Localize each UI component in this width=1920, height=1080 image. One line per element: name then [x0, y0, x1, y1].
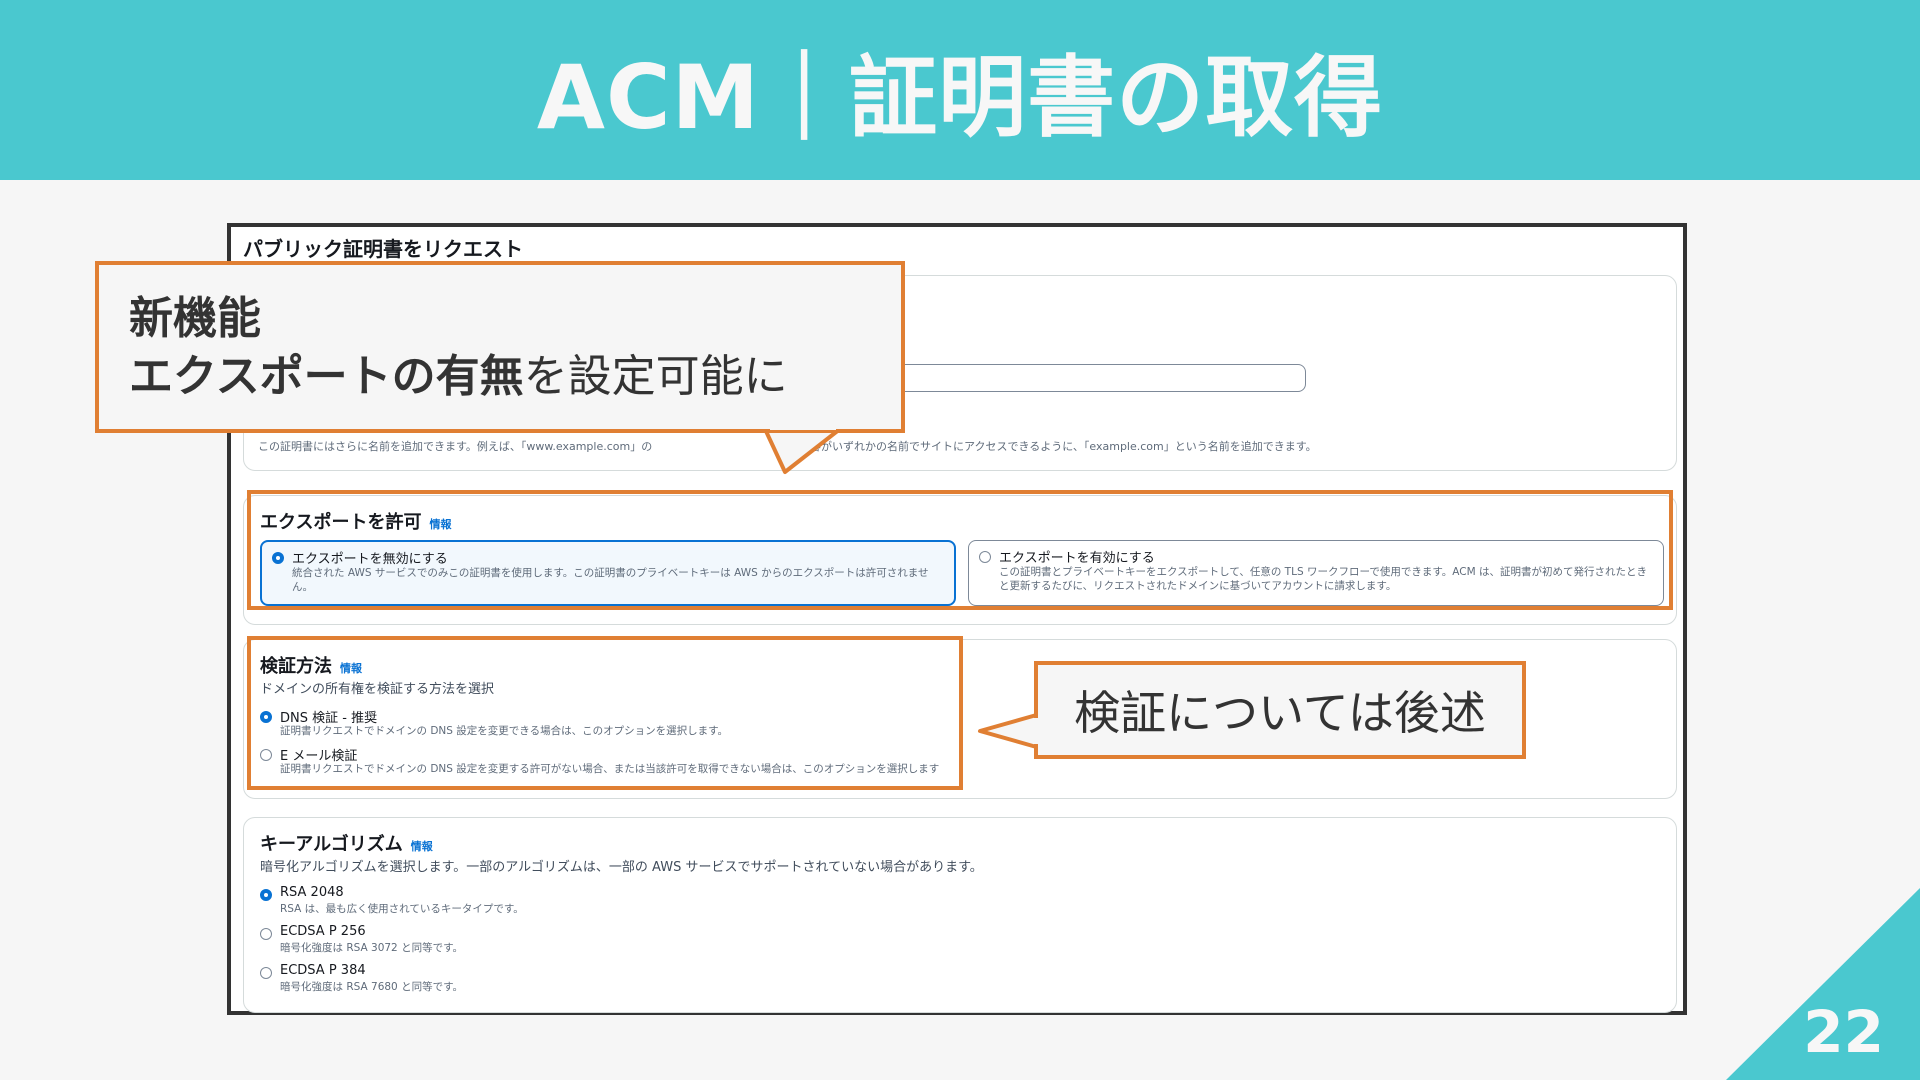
page-number: 22	[1803, 998, 1884, 1066]
new-feature-heading: 新機能	[129, 293, 261, 344]
slide-header: ACM｜証明書の取得	[0, 0, 1920, 180]
key-algorithm-info-link[interactable]: 情報	[411, 840, 433, 853]
ecdsa-p256-desc: 暗号化強度は RSA 3072 と同等です。	[280, 942, 464, 954]
ecdsa-p256-radio[interactable]	[260, 928, 272, 940]
key-algorithm-card: キーアルゴリズム 情報 暗号化アルゴリズムを選択します。一部のアルゴリズムは、一部…	[243, 817, 1677, 1013]
key-algorithm-title: キーアルゴリズム 情報	[260, 834, 433, 855]
domain-hint-left: この証明書にはさらに名前を追加できます。例えば、「www.example.com…	[258, 440, 653, 453]
callout-pointer-join	[770, 426, 836, 430]
new-feature-callout: 新機能 エクスポートの有無を設定可能に	[95, 261, 905, 433]
key-algorithm-subtitle: 暗号化アルゴリズムを選択します。一部のアルゴリズムは、一部の AWS サービスで…	[260, 860, 983, 875]
validation-highlight-box	[247, 636, 963, 790]
ecdsa-p384-radio[interactable]	[260, 967, 272, 979]
validation-note-callout: 検証については後述	[1034, 661, 1526, 759]
ecdsa-p256-label: ECDSA P 256	[280, 924, 366, 939]
rsa-2048-label: RSA 2048	[280, 885, 344, 900]
rsa-2048-desc: RSA は、最も広く使用されているキータイプです。	[280, 903, 524, 915]
callout2-pointer-join	[1034, 718, 1038, 744]
export-highlight-box	[247, 490, 1673, 610]
new-feature-text: エクスポートの有無を設定可能に	[129, 351, 788, 402]
rsa-2048-radio[interactable]	[260, 889, 272, 901]
domain-name-input[interactable]	[884, 364, 1306, 392]
page-title: パブリック証明書をリクエスト	[243, 237, 523, 261]
ecdsa-p384-label: ECDSA P 384	[280, 963, 366, 978]
slide-title: ACM｜証明書の取得	[536, 45, 1384, 149]
ecdsa-p384-desc: 暗号化強度は RSA 7680 と同等です。	[280, 981, 464, 993]
domain-hint-right: 顧客がいずれかの名前でサイトにアクセスできるように、「example.com」と…	[799, 440, 1317, 453]
